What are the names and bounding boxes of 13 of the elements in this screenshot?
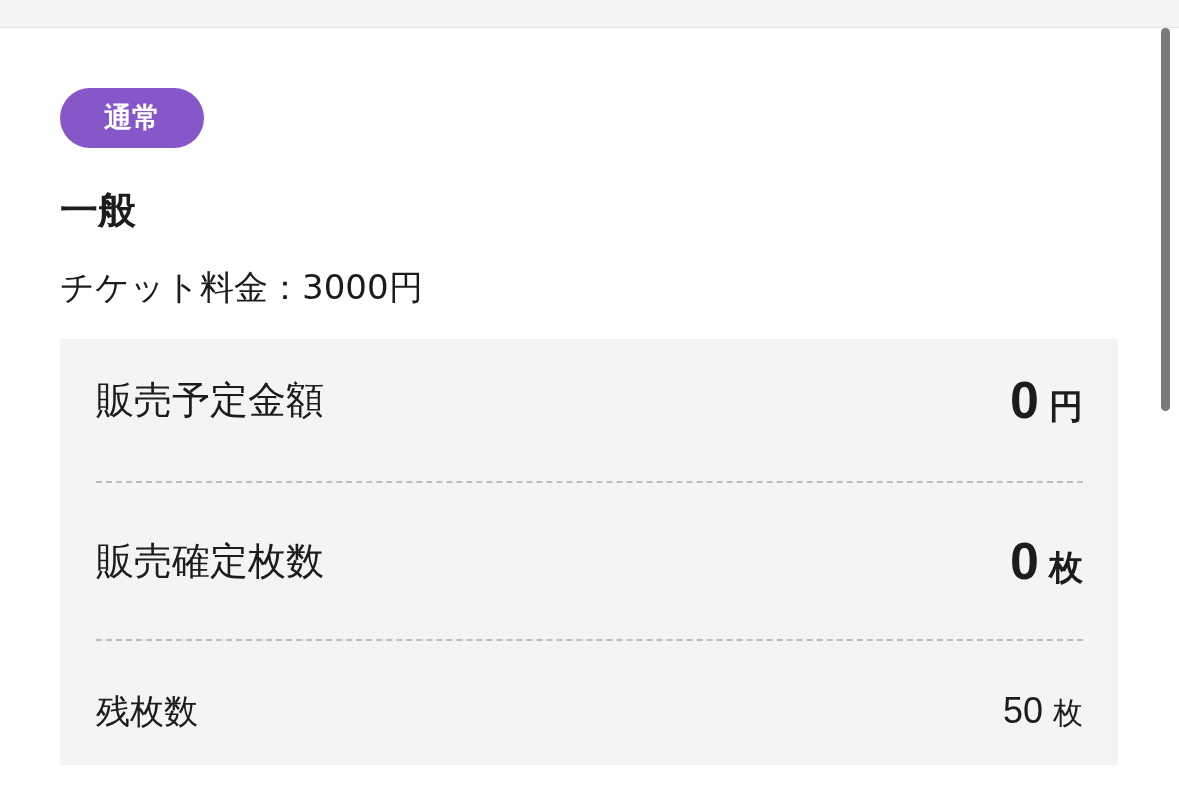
ticket-title: 一般 <box>60 187 137 234</box>
scrollbar-thumb[interactable] <box>1161 28 1170 411</box>
row-value: 0 <box>1010 531 1039 591</box>
row-value: 50 <box>1002 690 1043 732</box>
row-label: 残枚数 <box>96 690 198 733</box>
ticket-price: チケット料金：3000円 <box>60 266 424 309</box>
row-label: 販売確定枚数 <box>96 537 324 585</box>
row-label: 販売予定金額 <box>96 376 324 424</box>
row-value: 0 <box>1010 370 1039 430</box>
unit-label: 円 <box>1049 385 1083 428</box>
unit-label: 枚 <box>1049 546 1083 589</box>
unit-label: 枚 <box>1053 694 1083 732</box>
status-badge: 通常 <box>60 88 204 148</box>
